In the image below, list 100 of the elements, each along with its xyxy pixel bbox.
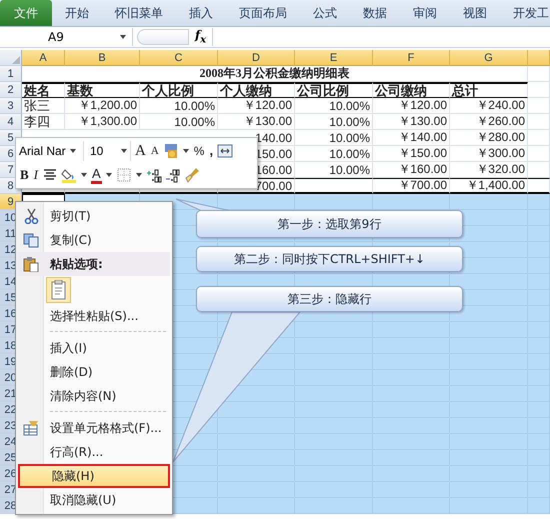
table-cell: ￥320.00 — [450, 162, 528, 178]
shrink-font-button[interactable]: A — [150, 142, 160, 160]
merge-center-icon — [217, 143, 234, 159]
table-cell: 个人比例 — [140, 82, 218, 98]
ribbon-tab[interactable]: 页面布局 — [226, 0, 300, 26]
dropdown-caret-icon — [120, 147, 128, 155]
table-cell — [528, 130, 550, 146]
dropdown-caret-icon — [119, 33, 127, 41]
ribbon-tab[interactable]: 开发工 — [500, 0, 550, 26]
callout-box: 第二步：同时按下CTRL+SHIFT+↓ — [196, 246, 463, 272]
ribbon-tab[interactable]: 公式 — [300, 0, 350, 26]
table-cell: 总计 — [450, 82, 528, 98]
dropdown-caret-icon — [104, 171, 113, 179]
table-cell: ￥240.00 — [450, 98, 528, 114]
column-header[interactable]: F — [373, 50, 450, 66]
column-header[interactable] — [528, 50, 550, 66]
table-cell: 李四 — [22, 114, 65, 130]
row-header[interactable]: 4 — [0, 114, 22, 130]
table-cell: ￥130.00 — [373, 114, 450, 130]
decrease-decimal-icon — [164, 167, 181, 183]
table-cell: ￥140.00 — [373, 130, 450, 146]
column-header[interactable]: B — [65, 50, 140, 66]
table-cell: ￥280.00 — [450, 130, 528, 146]
table-cell: 10.00% — [295, 162, 373, 178]
scissors-icon — [24, 208, 38, 224]
comma-button[interactable]: , — [208, 142, 214, 160]
ribbon-tab[interactable]: 怀旧菜单 — [102, 0, 176, 26]
ribbon-tab[interactable]: 数据 — [350, 0, 400, 26]
name-box-value: A9 — [48, 30, 65, 44]
menu-item[interactable]: 隐藏(H) — [18, 464, 170, 488]
fill-color-icon — [61, 167, 78, 183]
table-cell — [528, 194, 550, 210]
table-cell: ￥300.00 — [450, 146, 528, 162]
table-cell: 张三 — [22, 98, 65, 114]
dropdown-caret-icon — [134, 171, 143, 179]
borders-icon — [116, 167, 132, 183]
ribbon-tab[interactable]: 开始 — [52, 0, 102, 26]
dropdown-caret-icon — [182, 147, 190, 155]
table-cell: ￥120.00 — [373, 98, 450, 114]
increase-decimal-icon — [146, 167, 162, 183]
table-cell: 10.00% — [295, 146, 373, 162]
column-header[interactable]: D — [218, 50, 295, 66]
row-header[interactable]: 3 — [0, 98, 22, 114]
table-cell: 10.00% — [140, 98, 218, 114]
font-color-button[interactable]: A — [91, 166, 102, 184]
table-cell — [528, 146, 550, 162]
font-name-value: Arial Nar — [19, 144, 66, 158]
table-cell — [528, 98, 550, 114]
name-box[interactable]: A9 — [0, 28, 133, 46]
paste-button[interactable] — [46, 277, 71, 303]
file-tab[interactable]: 文件 — [0, 0, 52, 26]
table-cell: 个人缴纳 — [218, 82, 295, 98]
formula-expander[interactable] — [137, 29, 189, 45]
dropdown-caret-icon — [80, 171, 88, 179]
table-cell: 公司比例 — [295, 82, 373, 98]
column-header[interactable]: A — [22, 50, 65, 66]
table-cell: ￥1,300.00 — [65, 114, 140, 130]
row-header[interactable]: 1 — [0, 66, 22, 82]
table-cell: ￥160.00 — [373, 162, 450, 178]
table-cell: 10.00% — [140, 114, 218, 130]
insert-function-button[interactable]: f$_{x}$ — [195, 28, 206, 46]
format-cells-icon — [23, 420, 39, 436]
table-cell: 基数 — [65, 82, 140, 98]
table-cell: ￥150.00 — [373, 146, 450, 162]
table-title: 2008年3月公积金缴纳明细表 — [22, 66, 528, 82]
table-cell: ￥260.00 — [450, 114, 528, 130]
menu-heading: 粘贴选项: — [18, 252, 170, 276]
align-center-icon — [42, 167, 58, 183]
grow-font-button[interactable]: A — [134, 142, 147, 160]
ribbon-tab[interactable]: 插入 — [176, 0, 226, 26]
font-size-value: 10 — [90, 144, 104, 158]
callout-box: 第三步：隐藏行 — [196, 286, 463, 312]
table-cell: 公司缴纳 — [373, 82, 450, 98]
table-cell — [528, 114, 550, 130]
column-header[interactable]: G — [450, 50, 528, 66]
table-cell — [528, 498, 550, 514]
font-name-field[interactable]: Arial Nar — [19, 141, 84, 161]
callout-box: 第一步：选取第9行 — [196, 210, 463, 238]
table-cell: 10.00% — [295, 130, 373, 146]
italic-button[interactable]: I — [32, 166, 40, 184]
table-cell: ￥1,200.00 — [65, 98, 140, 114]
ribbon-tab[interactable]: 审阅 — [400, 0, 450, 26]
table-cell — [528, 82, 550, 98]
ribbon-tab[interactable]: 视图 — [450, 0, 500, 26]
table-cell: ￥120.00 — [218, 98, 295, 114]
table-cell: 10.00% — [295, 98, 373, 114]
dropdown-caret-icon — [68, 147, 77, 155]
column-header[interactable]: E — [295, 50, 373, 66]
column-header[interactable]: C — [140, 50, 218, 66]
font-size-field[interactable]: 10 — [87, 141, 131, 161]
percent-button[interactable]: % — [192, 142, 206, 160]
bold-button[interactable]: B — [19, 166, 30, 184]
row-header[interactable]: 2 — [0, 82, 22, 98]
table-cell: 姓名 — [22, 82, 65, 98]
money-icon — [162, 143, 179, 159]
clipboard-icon — [23, 256, 39, 272]
table-cell — [528, 162, 550, 178]
paintbrush-icon — [184, 167, 200, 183]
copy-icon — [23, 232, 39, 248]
table-cell — [528, 66, 550, 82]
